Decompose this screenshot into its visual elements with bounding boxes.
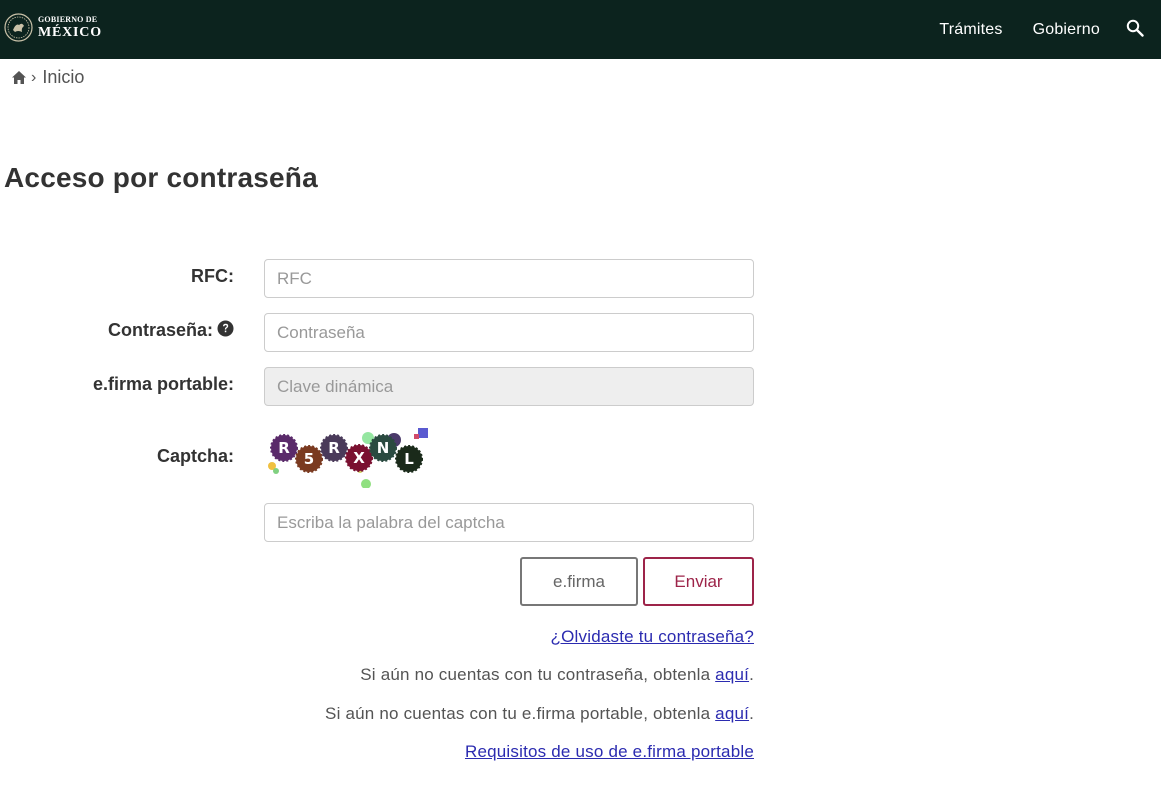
password-input[interactable]: [264, 313, 754, 352]
forgot-password-link[interactable]: ¿Olvidaste tu contraseña?: [551, 627, 754, 647]
captcha-char: R: [278, 439, 290, 457]
gobierno-mexico-logo[interactable]: GOBIERNO DE MÉXICO: [4, 13, 102, 42]
logo-line2: MÉXICO: [38, 24, 102, 40]
captcha-input[interactable]: [264, 503, 754, 542]
page-title: Acceso por contraseña: [4, 162, 318, 193]
captcha-image: R 5 R X N L: [268, 428, 428, 488]
captcha-char: R: [328, 439, 340, 457]
top-header: GOBIERNO DE MÉXICO Trámites Gobierno: [0, 0, 1161, 59]
efirma-portable-label-text: e.firma portable:: [92, 374, 234, 394]
rfc-label-text: RFC:: [191, 266, 234, 286]
captcha-label-text: Captcha:: [156, 446, 234, 466]
efirma-requirements-link[interactable]: Requisitos de uso de e.firma portable: [465, 742, 754, 762]
captcha-char: L: [404, 450, 414, 468]
dynamic-key-input: [264, 367, 754, 406]
national-seal-icon: [4, 13, 33, 42]
password-label-text: Contraseña:: [107, 320, 213, 340]
nav-gobierno[interactable]: Gobierno: [1033, 21, 1100, 39]
efirma-button[interactable]: e.firma: [520, 557, 638, 606]
captcha-char: N: [377, 439, 390, 457]
logo-line1: GOBIERNO DE: [38, 14, 98, 24]
logo-text: GOBIERNO DE MÉXICO: [38, 14, 102, 40]
nav-tramites[interactable]: Trámites: [939, 21, 1002, 39]
captcha-label: Captcha:: [157, 446, 234, 467]
no-efirma-suffix: .: [749, 704, 754, 723]
captcha-char: 5: [304, 450, 314, 468]
enviar-button[interactable]: Enviar: [643, 557, 754, 606]
captcha-char: X: [353, 449, 365, 467]
breadcrumb: › Inicio: [11, 67, 84, 88]
no-password-text: Si aún no cuentas con tu contraseña, obt…: [360, 665, 754, 685]
breadcrumb-separator: ›: [31, 68, 37, 86]
no-efirma-message: Si aún no cuentas con tu e.firma portabl…: [325, 704, 716, 723]
obtain-password-link[interactable]: aquí: [715, 665, 749, 684]
home-icon[interactable]: [11, 70, 27, 85]
main-nav: Trámites Gobierno: [939, 0, 1161, 59]
no-password-message: Si aún no cuentas con tu contraseña, obt…: [360, 665, 716, 684]
password-label: Contraseña:: [108, 320, 234, 341]
breadcrumb-current[interactable]: Inicio: [42, 67, 84, 88]
question-circle-icon[interactable]: [217, 320, 234, 337]
rfc-input[interactable]: [264, 259, 754, 298]
search-icon[interactable]: [1126, 19, 1144, 37]
no-efirma-text: Si aún no cuentas con tu e.firma portabl…: [325, 704, 754, 724]
rfc-label: RFC:: [191, 266, 234, 287]
efirma-portable-label: e.firma portable:: [93, 374, 234, 395]
obtain-efirma-link[interactable]: aquí: [715, 704, 749, 723]
no-password-suffix: .: [749, 665, 754, 684]
